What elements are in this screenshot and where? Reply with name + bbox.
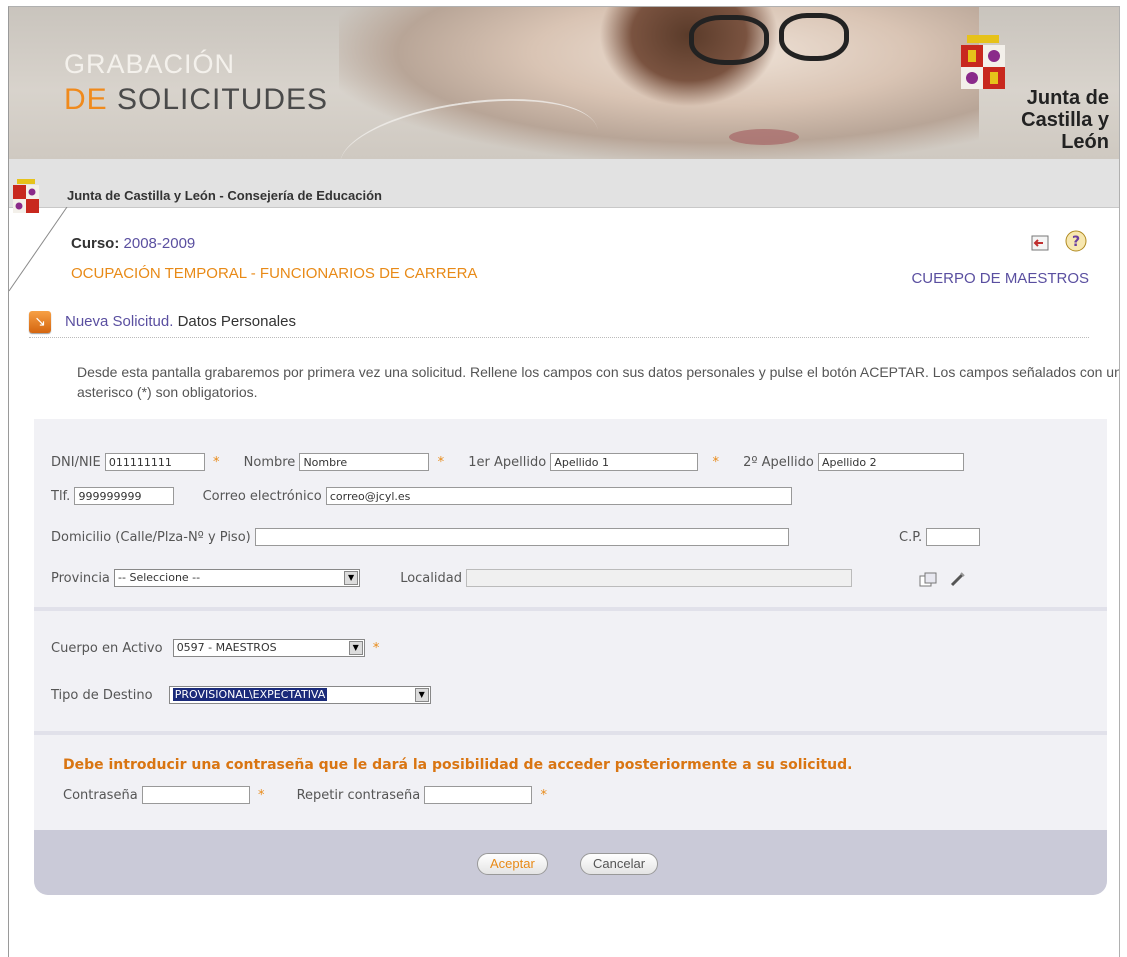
apellido2-input[interactable] [817,453,964,471]
page-frame: GRABACIÓN DE SOLICITUDES Junta de Castil… [8,6,1120,957]
banner-title-line2: DE SOLICITUDES [64,83,328,117]
required-asterisk: * [372,640,380,656]
cancel-button[interactable]: Cancelar [580,853,659,875]
curso-label: Curso: 2008-2009 [71,235,195,252]
destino-row: Tipo de Destino PROVISIONAL\EXPECTATIVA ▼ [51,686,431,704]
cp-group: C.P. [899,528,981,546]
jcyl-org-line2: Castilla y León [1021,109,1109,153]
jcyl-org-line1: Junta de [1026,87,1109,109]
accept-button[interactable]: Aceptar [477,853,548,875]
cp-input[interactable] [926,528,981,546]
domicilio-label: Domicilio (Calle/Plza-Nº y Piso) [51,529,251,545]
jcyl-org-name: Junta de Castilla y León [969,87,1109,153]
panel-separator [34,731,1107,735]
dni-label: DNI/NIE [51,454,101,470]
nombre-label: Nombre [243,454,296,470]
svg-text:?: ? [1072,234,1080,250]
banner-photo-glasses-right [779,13,849,61]
domicilio-input[interactable] [254,528,789,546]
help-icon[interactable]: ? [1064,229,1088,253]
section-title: Nueva Solicitud. Datos Personales [65,313,296,330]
cuerpo-label: Cuerpo en Activo [51,640,163,656]
apellido2-label: 2º Apellido [743,454,814,470]
header-banner: GRABACIÓN DE SOLICITUDES Junta de Castil… [9,7,1119,159]
intro-text: Desde esta pantalla grabaremos por prime… [77,364,1120,400]
repeat-password-input[interactable] [424,786,533,804]
required-asterisk: * [257,787,265,803]
provincia-label: Provincia [51,570,110,586]
nombre-input[interactable] [299,453,430,471]
tlf-label: Tlf. [51,488,71,504]
required-asterisk: * [437,454,445,470]
destino-selected-value: PROVISIONAL\EXPECTATIVA [172,688,328,701]
personal-row-1: DNI/NIE * Nombre * 1er Apellido * 2º Ape… [51,453,964,471]
required-asterisk: * [540,787,547,803]
cuerpo-select[interactable]: 0597 - MAESTROS ▼ [172,639,365,657]
dropdown-arrow-icon[interactable]: ▼ [348,641,363,655]
banner-title-de: DE [64,83,108,116]
password-row: Contraseña * Repetir contraseña * [63,786,551,804]
section-header: ↘ Nueva Solicitud. Datos Personales [29,307,1089,338]
window-icon[interactable] [919,572,937,588]
cuerpo-row: Cuerpo en Activo 0597 - MAESTROS ▼ * [51,639,383,657]
tlf-input[interactable] [74,487,175,505]
banner-photo-lips [729,129,799,145]
repeat-password-label: Repetir contraseña [296,787,421,803]
curso-value: 2008-2009 [123,235,196,252]
arrow-down-right-icon: ↘ [29,311,51,333]
apellido1-input[interactable] [550,453,699,471]
password-warning: Debe introducir una contraseña que le da… [63,757,853,773]
ocupacion-title: OCUPACIÓN TEMPORAL - FUNCIONARIOS DE CAR… [71,265,478,282]
destino-select[interactable]: PROVISIONAL\EXPECTATIVA ▼ [168,686,431,704]
banner-title-rest: SOLICITUDES [117,83,329,116]
decorative-diagonal [9,207,68,292]
section-title-highlight: Nueva Solicitud. [65,313,174,330]
form-footer [34,830,1107,895]
banner-photo-glasses-left [689,15,769,65]
provincia-selected-value: -- Seleccione -- [118,571,201,584]
personal-row-2: Tlf. Correo electrónico [51,487,792,505]
personal-row-3: Domicilio (Calle/Plza-Nº y Piso) [51,528,789,546]
dropdown-arrow-icon[interactable]: ▼ [344,571,359,585]
correo-label: Correo electrónico [202,488,322,504]
destino-label: Tipo de Destino [51,687,153,703]
password-input[interactable] [141,786,250,804]
required-asterisk: * [712,454,719,470]
provincia-select[interactable]: -- Seleccione -- ▼ [114,569,361,587]
institution-name: Junta de Castilla y León - Consejería de… [67,188,382,203]
eraser-icon[interactable] [949,570,967,588]
cp-label: C.P. [899,529,923,545]
cuerpo-selected-value: 0597 - MAESTROS [176,641,277,654]
personal-row-4: Provincia -- Seleccione -- ▼ Localidad [51,569,853,587]
panel-separator [34,607,1107,611]
section-title-rest: Datos Personales [177,313,296,330]
dropdown-arrow-icon[interactable]: ▼ [414,688,429,702]
banner-title-line1: GRABACIÓN [64,49,236,79]
cuerpo-title: CUERPO DE MAESTROS [911,270,1089,287]
required-asterisk: * [213,454,220,470]
dni-input[interactable] [104,453,205,471]
password-label: Contraseña [63,787,138,803]
localidad-label: Localidad [400,570,462,586]
curso-label-text: Curso: [71,235,120,252]
apellido1-label: 1er Apellido [468,454,547,470]
correo-input[interactable] [325,487,792,505]
localidad-input[interactable] [466,569,853,587]
exit-icon[interactable] [1029,233,1051,253]
